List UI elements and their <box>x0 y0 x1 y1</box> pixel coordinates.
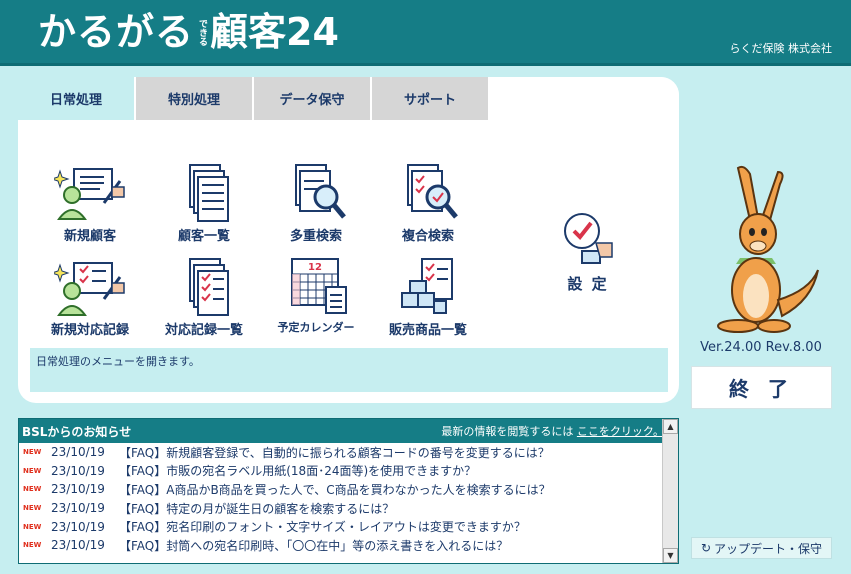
news-header: BSLからのお知らせ 最新の情報を閲覧するには ここをクリック。 <box>19 419 678 443</box>
logo-small-text: できる <box>197 18 208 46</box>
news-date: 23/10/19 <box>51 501 105 516</box>
news-text[interactable]: 【FAQ】封筒への宛名印刷時、「〇〇在中」等の添え書きを入れるには？ <box>119 537 508 554</box>
news-text[interactable]: 【FAQ】新規顧客登録で、自動的に振られる顧客コードの番号を変更するには？ <box>119 444 550 461</box>
news-date: 23/10/19 <box>51 519 105 534</box>
multi-search-label: 多重検索 <box>289 229 342 244</box>
news-date: 23/10/19 <box>51 463 105 478</box>
settings-button[interactable]: 設 定 <box>528 211 648 294</box>
record-list-label: 対応記録一覧 <box>164 323 243 338</box>
news-link-area: 最新の情報を閲覧するには ここをクリック。 <box>441 423 664 439</box>
customer-list-icon <box>168 163 240 223</box>
news-text[interactable]: 【FAQ】特定の月が誕生日の顧客を検索するには？ <box>119 500 394 517</box>
record-list-icon <box>168 257 240 317</box>
news-panel: BSLからのお知らせ 最新の情報を閲覧するには ここをクリック。 NEW 23/… <box>18 418 679 564</box>
tab-strip-fill <box>486 77 679 120</box>
news-date: 23/10/19 <box>51 538 105 553</box>
new-badge: NEW <box>23 448 42 457</box>
news-list: NEW 23/10/19 【FAQ】新規顧客登録で、自動的に振られる顧客コードの… <box>19 443 662 555</box>
tab-data-maintenance[interactable]: データ保守 <box>254 77 370 120</box>
calendar-button[interactable]: 12 予定カレンダー <box>256 257 376 335</box>
calendar-icon: 12 <box>280 257 352 317</box>
news-link-prefix: 最新の情報を閲覧するには <box>441 425 574 438</box>
logo-title-text: 顧客24 <box>210 10 339 54</box>
compound-search-label: 複合検索 <box>401 229 454 244</box>
update-button[interactable]: ↻ アップデート・保守 <box>691 537 832 559</box>
customer-list-label: 顧客一覧 <box>177 229 230 244</box>
version-text: Ver.24.00 Rev.8.00 <box>700 340 822 355</box>
list-item[interactable]: NEW 23/10/19 【FAQ】封筒への宛名印刷時、「〇〇在中」等の添え書き… <box>19 536 662 555</box>
news-date: 23/10/19 <box>51 482 105 497</box>
new-customer-button[interactable]: 新規顧客 <box>30 163 150 244</box>
new-badge: NEW <box>23 466 42 475</box>
customer-list-button[interactable]: 顧客一覧 <box>144 163 264 244</box>
list-item[interactable]: NEW 23/10/19 【FAQ】特定の月が誕生日の顧客を検索するには？ <box>19 499 662 518</box>
new-badge: NEW <box>23 541 42 550</box>
tab-special[interactable]: 特別処理 <box>136 77 252 120</box>
calendar-icon-number: 12 <box>308 262 322 273</box>
news-scrollbar[interactable]: ▲ ▼ <box>662 419 678 563</box>
products-label: 販売商品一覧 <box>388 323 467 338</box>
news-date: 23/10/19 <box>51 445 105 460</box>
new-badge: NEW <box>23 522 42 531</box>
new-record-label: 新規対応記録 <box>50 323 129 338</box>
calendar-label: 予定カレンダー <box>277 321 355 334</box>
new-record-icon <box>54 257 126 317</box>
multi-search-button[interactable]: 多重検索 <box>256 163 376 244</box>
new-customer-label: 新規顧客 <box>63 229 116 244</box>
kangaroo-mascot <box>700 160 824 335</box>
tab-daily[interactable]: 日常処理 <box>18 77 134 120</box>
products-icon <box>392 257 464 317</box>
scroll-down-icon[interactable]: ▼ <box>663 548 678 563</box>
record-list-button[interactable]: 対応記録一覧 <box>144 257 264 338</box>
compound-search-icon <box>392 163 464 223</box>
new-record-button[interactable]: 新規対応記録 <box>30 257 150 338</box>
news-title: BSLからのお知らせ <box>22 424 132 439</box>
new-badge: NEW <box>23 504 42 513</box>
exit-button[interactable]: 終 了 <box>691 366 832 409</box>
products-button[interactable]: 販売商品一覧 <box>368 257 488 338</box>
settings-icon <box>552 211 624 271</box>
company-name: らくだ保険 株式会社 <box>729 42 833 55</box>
scroll-up-icon[interactable]: ▲ <box>663 419 678 434</box>
tab-support[interactable]: サポート <box>372 77 488 120</box>
multi-search-icon <box>280 163 352 223</box>
new-customer-icon <box>54 163 126 223</box>
app-header: かるがる できる 顧客24 らくだ保険 株式会社 <box>0 0 851 66</box>
menu-description: 日常処理のメニューを開きます。 <box>30 348 668 392</box>
news-text[interactable]: 【FAQ】宛名印刷のフォント・文字サイズ・レイアウトは変更できますか？ <box>119 518 526 535</box>
update-label: アップデート・保守 <box>714 541 823 556</box>
new-badge: NEW <box>23 485 42 494</box>
tab-bar: 日常処理 特別処理 データ保守 サポート <box>18 77 490 120</box>
list-item[interactable]: NEW 23/10/19 【FAQ】宛名印刷のフォント・文字サイズ・レイアウトは… <box>19 517 662 536</box>
settings-label: 設 定 <box>567 275 609 293</box>
logo-main-text: かるがる <box>38 10 195 54</box>
news-link[interactable]: ここをクリック。 <box>577 425 664 438</box>
news-text[interactable]: 【FAQ】市販の宛名ラベル用紙(18面･24面等)を使用できますか？ <box>119 462 476 479</box>
list-item[interactable]: NEW 23/10/19 【FAQ】新規顧客登録で、自動的に振られる顧客コードの… <box>19 443 662 462</box>
list-item[interactable]: NEW 23/10/19 【FAQ】A商品かB商品を買った人で、C商品を買わなか… <box>19 480 662 499</box>
refresh-icon: ↻ <box>700 541 712 555</box>
main-panel: 日常処理 特別処理 データ保守 サポート 新規顧客 顧客一覧 多重検索 複合検索… <box>18 77 679 403</box>
compound-search-button[interactable]: 複合検索 <box>368 163 488 244</box>
list-item[interactable]: NEW 23/10/19 【FAQ】市販の宛名ラベル用紙(18面･24面等)を使… <box>19 462 662 481</box>
app-logo: かるがる できる 顧客24 <box>38 12 339 52</box>
news-text[interactable]: 【FAQ】A商品かB商品を買った人で、C商品を買わなかった人を検索するには？ <box>119 481 551 498</box>
